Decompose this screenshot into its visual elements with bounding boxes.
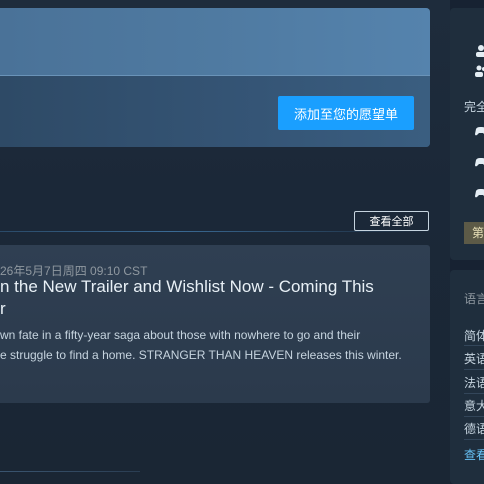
language-divider	[464, 439, 484, 440]
gamepad-icon	[474, 186, 484, 200]
wishlist-panel-header	[0, 8, 430, 75]
news-title-line-2[interactable]: r	[0, 298, 430, 320]
person-icon	[474, 44, 484, 58]
section-divider	[0, 231, 430, 232]
news-body-line-2: e struggle to find a home. STRANGER THAN…	[0, 348, 402, 362]
see-all-languages-link[interactable]: 查看	[464, 446, 484, 463]
gamepad-icon	[474, 124, 484, 138]
language-divider	[464, 416, 484, 417]
add-to-wishlist-button[interactable]: 添加至您的愿望单	[278, 96, 414, 130]
news-title-line-1[interactable]: n the New Trailer and Wishlist Now - Com…	[0, 276, 430, 298]
language-divider	[464, 345, 484, 346]
people-icon	[474, 64, 484, 78]
language-divider	[464, 369, 484, 370]
language-item: 德语	[464, 422, 484, 436]
language-divider	[464, 393, 484, 394]
language-item: 英语	[464, 352, 484, 366]
languages-heading: 语言	[464, 292, 484, 306]
news-body-line-1: wn fate in a fifty-year saga about those…	[0, 328, 361, 342]
language-item: 意大	[464, 399, 484, 413]
language-item: 法语	[464, 376, 484, 390]
rating-badge: 第	[464, 222, 484, 244]
bottom-divider	[0, 471, 140, 472]
gamepad-icon	[474, 155, 484, 169]
see-all-news-button[interactable]: 查看全部	[354, 211, 429, 231]
language-item: 简体	[464, 329, 484, 343]
controller-support-label: 完全	[464, 100, 484, 114]
